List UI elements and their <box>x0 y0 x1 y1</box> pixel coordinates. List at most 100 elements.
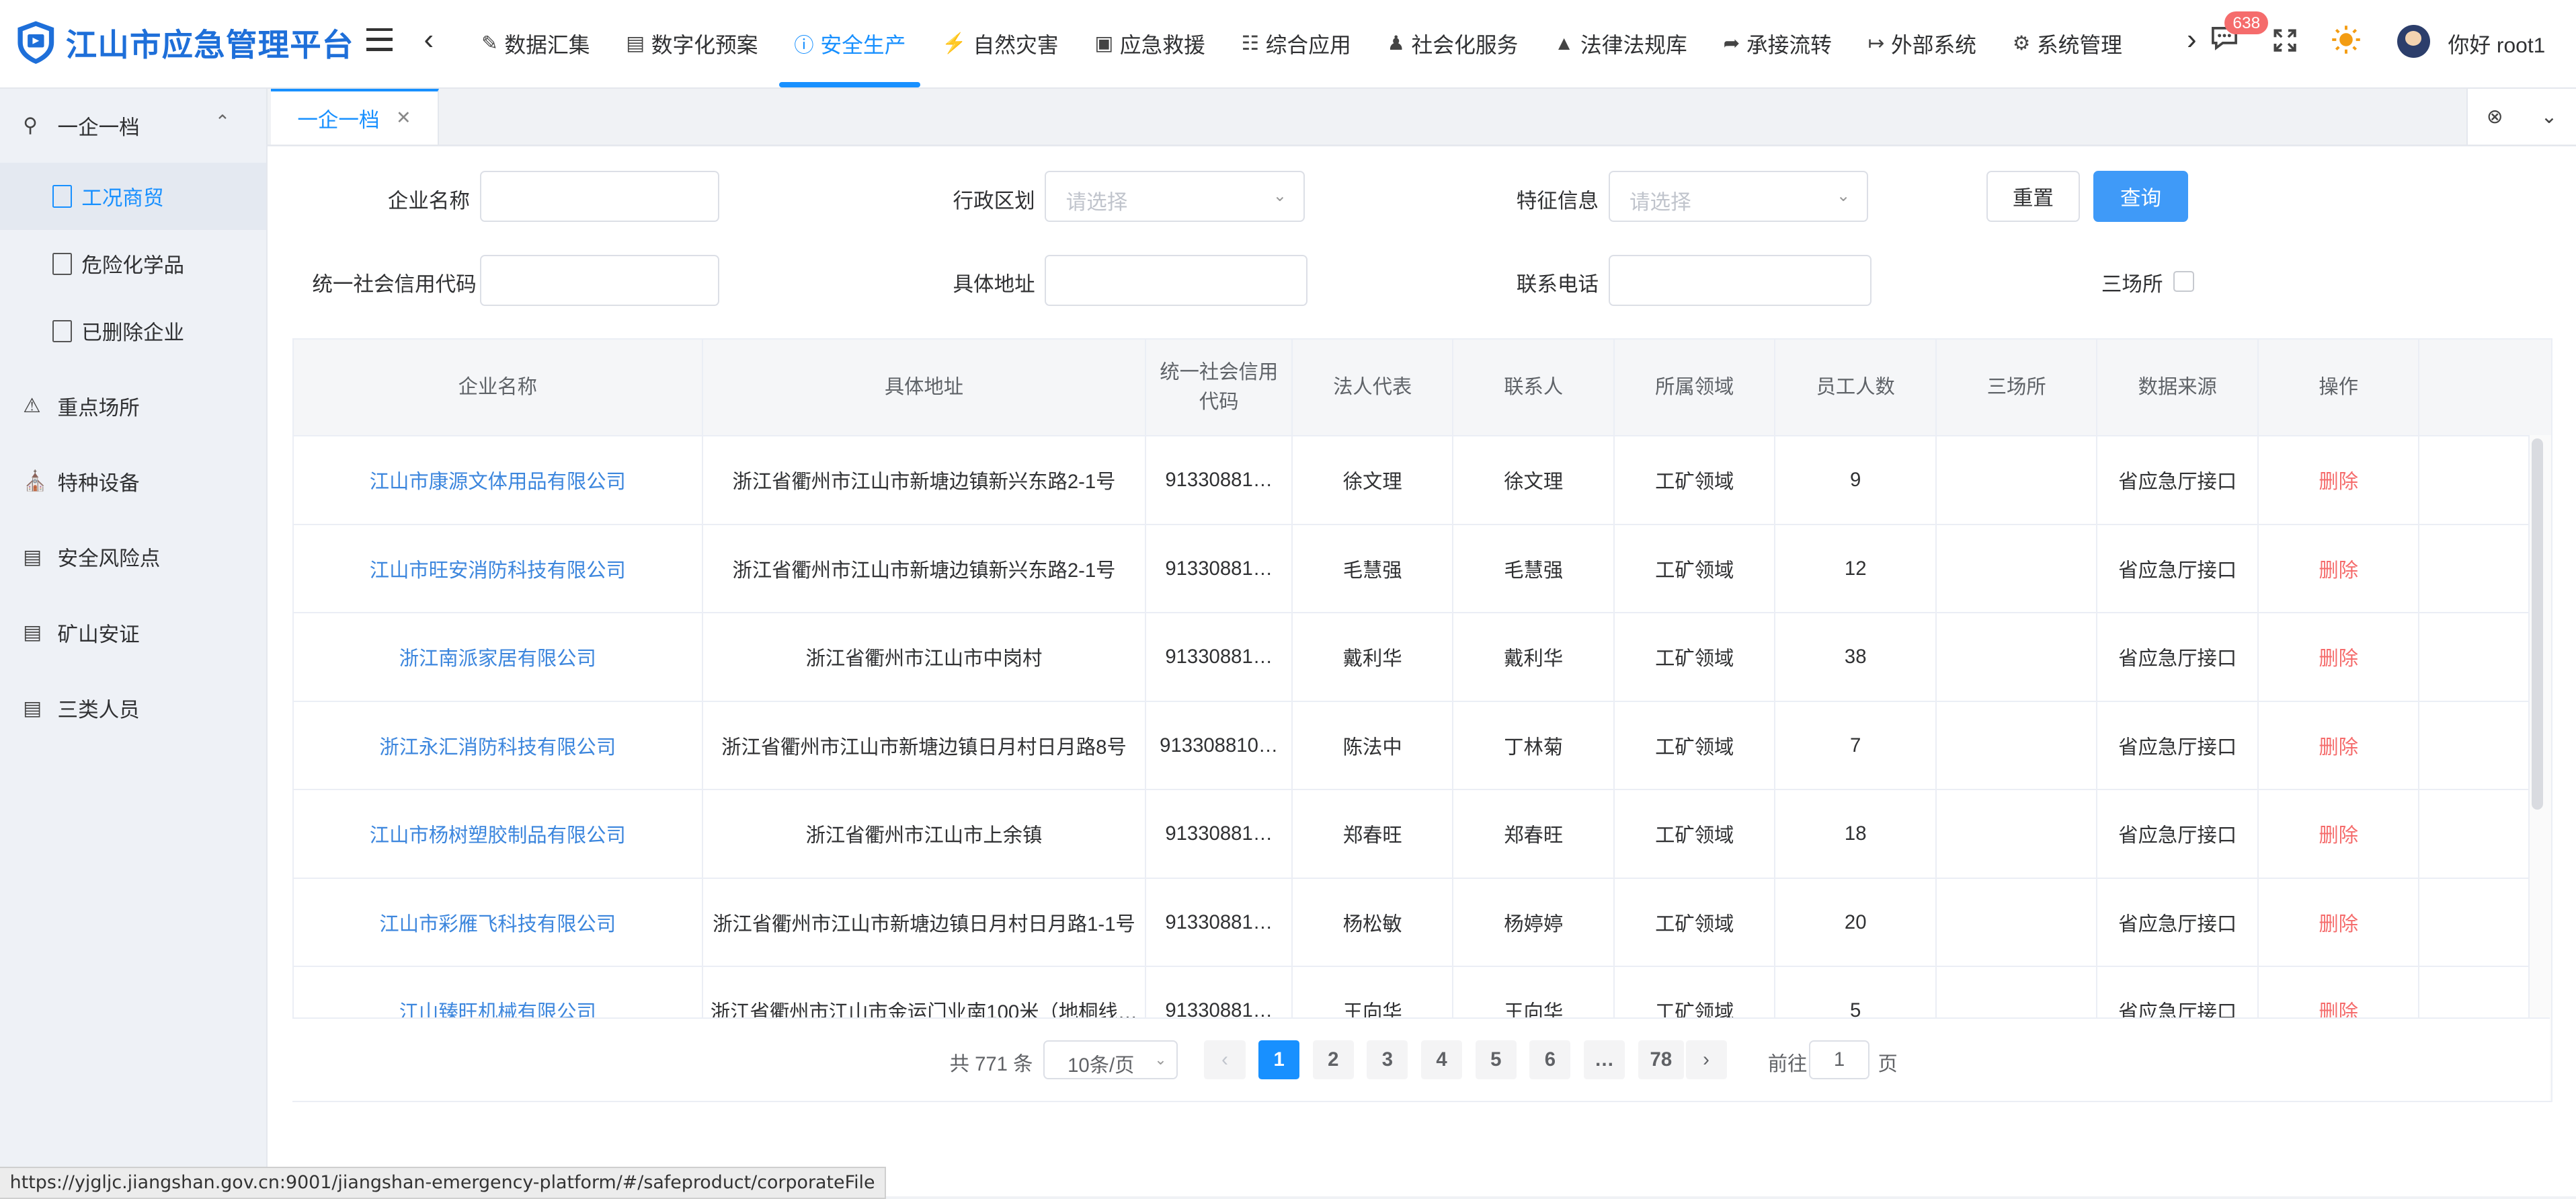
column-header[interactable]: 联系人 <box>1453 340 1615 436</box>
table-cell: 浙江省衢州市江山市新塘边镇新兴东路2-1号 <box>703 525 1147 613</box>
table-cell: 91330881… <box>1146 436 1293 524</box>
sidebar-subitem-2[interactable]: 已删除企业 <box>0 297 266 364</box>
app-logo[interactable]: 江山市应急管理平台 <box>16 20 354 65</box>
table-row: 浙江南派家居有限公司 浙江省衢州市江山市中岗村 91330881… 戴利华 戴利华 工矿领… <box>294 613 2552 702</box>
tab-label: 一企一档 <box>297 108 380 132</box>
page-button[interactable]: 4 <box>1421 1040 1463 1080</box>
column-header[interactable]: 员工人数 <box>1775 340 1937 436</box>
nav-item-7[interactable]: ▲ 法律法规库 <box>1536 0 1705 87</box>
column-header[interactable]: 统一社会信用代码 <box>1146 340 1293 436</box>
page-button[interactable]: 6 <box>1529 1040 1571 1080</box>
page-button[interactable]: 3 <box>1367 1040 1408 1080</box>
sidebar-item-0[interactable]: ⚠ 重点场所 <box>0 368 266 443</box>
menu-toggle-icon[interactable] <box>366 28 393 51</box>
three-places-checkbox[interactable] <box>2173 271 2195 293</box>
delete-button[interactable]: 删除 <box>2259 878 2420 966</box>
nav-item-6[interactable]: ♟ 社会化服务 <box>1369 0 1537 87</box>
nav-scroll-left-icon[interactable]: ‹ <box>424 23 434 56</box>
reset-button[interactable]: 重置 <box>1986 171 2081 222</box>
company-link[interactable]: 江山市彩雁飞科技有限公司 <box>294 878 703 966</box>
feature-label: 特征信息 <box>1516 189 1599 212</box>
nav-item-0[interactable]: ✎ 数据汇集 <box>463 0 608 87</box>
sidebar-subitem-1[interactable]: 危险化学品 <box>0 230 266 297</box>
tab-enterprise-file[interactable]: 一企一档 ✕ <box>271 88 439 145</box>
delete-button[interactable]: 删除 <box>2259 613 2420 701</box>
sidebar-item-label: 特种设备 <box>57 472 140 496</box>
chevron-down-icon[interactable]: ⌄ <box>2522 105 2576 128</box>
close-icon[interactable]: ✕ <box>396 108 411 128</box>
user-avatar[interactable] <box>2397 24 2430 58</box>
page-button[interactable]: 78 <box>1638 1040 1685 1080</box>
delete-button[interactable]: 删除 <box>2259 790 2420 878</box>
nav-item-5[interactable]: ☷ 综合应用 <box>1223 0 1369 87</box>
nav-item-3[interactable]: ⚡ 自然灾害 <box>924 0 1076 87</box>
table-cell: 戴利华 <box>1293 613 1454 701</box>
column-header[interactable]: 操作 <box>2259 340 2420 436</box>
sidebar-item-4[interactable]: ▤ 三类人员 <box>0 670 266 746</box>
page-button[interactable]: … <box>1583 1040 1625 1080</box>
delete-button[interactable]: 删除 <box>2259 525 2420 613</box>
fullscreen-icon[interactable] <box>2273 26 2297 59</box>
page-size-select[interactable]: 10条/页 ⌄ <box>1043 1040 1178 1080</box>
phone-input[interactable] <box>1608 254 1871 306</box>
tab-tools: ⊗ ⌄ <box>2466 88 2576 145</box>
nav-item-2[interactable]: ⓘ 安全生产 <box>776 0 924 87</box>
region-select[interactable]: 请选择 ⌄ <box>1045 171 1305 222</box>
nav-item-8[interactable]: ➦ 承接流转 <box>1705 0 1850 87</box>
query-button[interactable]: 查询 <box>2093 171 2189 222</box>
sidebar-item-2[interactable]: ▤ 安全风险点 <box>0 519 266 594</box>
company-name-label: 企业名称 <box>387 189 470 212</box>
column-header[interactable]: 数据来源 <box>2097 340 2259 436</box>
credit-code-input[interactable] <box>479 254 720 306</box>
goto-page-input[interactable]: 1 <box>1808 1040 1870 1080</box>
company-link[interactable]: 浙江永汇消防科技有限公司 <box>294 701 703 789</box>
delete-button[interactable]: 删除 <box>2259 436 2420 524</box>
shield-logo-icon <box>17 21 54 65</box>
sidebar-item-3[interactable]: ▤ 矿山安证 <box>0 595 266 670</box>
delete-button[interactable]: 删除 <box>2259 701 2420 789</box>
company-link[interactable]: 江山市杨树塑胶制品有限公司 <box>294 790 703 878</box>
column-header[interactable]: 具体地址 <box>703 340 1147 436</box>
page-button[interactable]: 5 <box>1475 1040 1517 1080</box>
app-title: 江山市应急管理平台 <box>65 28 354 63</box>
page-button[interactable]: 2 <box>1312 1040 1354 1080</box>
company-link[interactable]: 江山市旺安消防科技有限公司 <box>294 525 703 613</box>
prev-page-button[interactable]: ‹ <box>1204 1040 1246 1080</box>
column-header[interactable]: 三场所 <box>1937 340 2098 436</box>
page-button[interactable]: 1 <box>1258 1040 1300 1080</box>
theme-sun-icon[interactable] <box>2331 25 2361 61</box>
company-name-input[interactable] <box>479 171 720 222</box>
column-header[interactable]: 企业名称 <box>294 340 703 436</box>
column-header[interactable]: 所属领域 <box>1615 340 1776 436</box>
nav-item-1[interactable]: ▤ 数字化预案 <box>608 0 776 87</box>
goto-label: 前往 <box>1767 1052 1808 1075</box>
table-cell: 省应急厅接口 <box>2097 436 2259 524</box>
nav-item-10[interactable]: ⚙ 系统管理 <box>1995 0 2140 87</box>
table-scrollbar[interactable] <box>2531 438 2543 810</box>
sidebar: ⚲ 一企一档 ⌃ 工况商贸危险化学品已删除企业 ⚠ 重点场所 ⛪ 特种设备 ▤ 安全风险点… <box>0 88 268 1197</box>
company-link[interactable]: 浙江南派家居有限公司 <box>294 613 703 701</box>
sidebar-item-1[interactable]: ⛪ 特种设备 <box>0 444 266 519</box>
sign-out-icon: ↦ <box>1867 32 1885 55</box>
table-cell: 浙江省衢州市江山市新塘边镇日月村日月路8号 <box>703 701 1147 789</box>
nav-item-9[interactable]: ↦ 外部系统 <box>1850 0 1995 87</box>
sidebar-subitem-label: 危险化学品 <box>81 254 185 278</box>
nav-item-4[interactable]: ▣ 应急救援 <box>1076 0 1223 87</box>
sidebar-group-enterprise-file[interactable]: ⚲ 一企一档 ⌃ <box>0 89 266 163</box>
next-page-button[interactable]: › <box>1685 1040 1727 1080</box>
table-cell: 徐文理 <box>1293 436 1454 524</box>
top-header: 江山市应急管理平台 ‹ ✎ 数据汇集 ▤ 数字化预案 ⓘ 安全生产 ⚡ 自然灾害 ▣ 应急救援 ☷ 综… <box>0 0 2576 89</box>
table-cell: 9 <box>1775 436 1937 524</box>
address-input[interactable] <box>1045 254 1308 306</box>
user-greeting[interactable]: 你好 root1 <box>2448 28 2546 59</box>
notification-badge: 638 <box>2224 11 2269 35</box>
company-link[interactable]: 江山市康源文体用品有限公司 <box>294 436 703 524</box>
nav-scroll-right-icon[interactable]: › <box>2187 23 2197 56</box>
table-cell: 郑春旺 <box>1453 790 1615 878</box>
sidebar-subitem-0[interactable]: 工况商贸 <box>0 162 266 231</box>
feature-select[interactable]: 请选择 ⌄ <box>1608 171 1868 222</box>
nav-item-label: 数字化预案 <box>651 32 758 57</box>
close-all-tabs-icon[interactable]: ⊗ <box>2468 105 2522 128</box>
column-header[interactable]: 法人代表 <box>1293 340 1454 436</box>
chevron-down-icon: ⌄ <box>1273 186 1287 205</box>
